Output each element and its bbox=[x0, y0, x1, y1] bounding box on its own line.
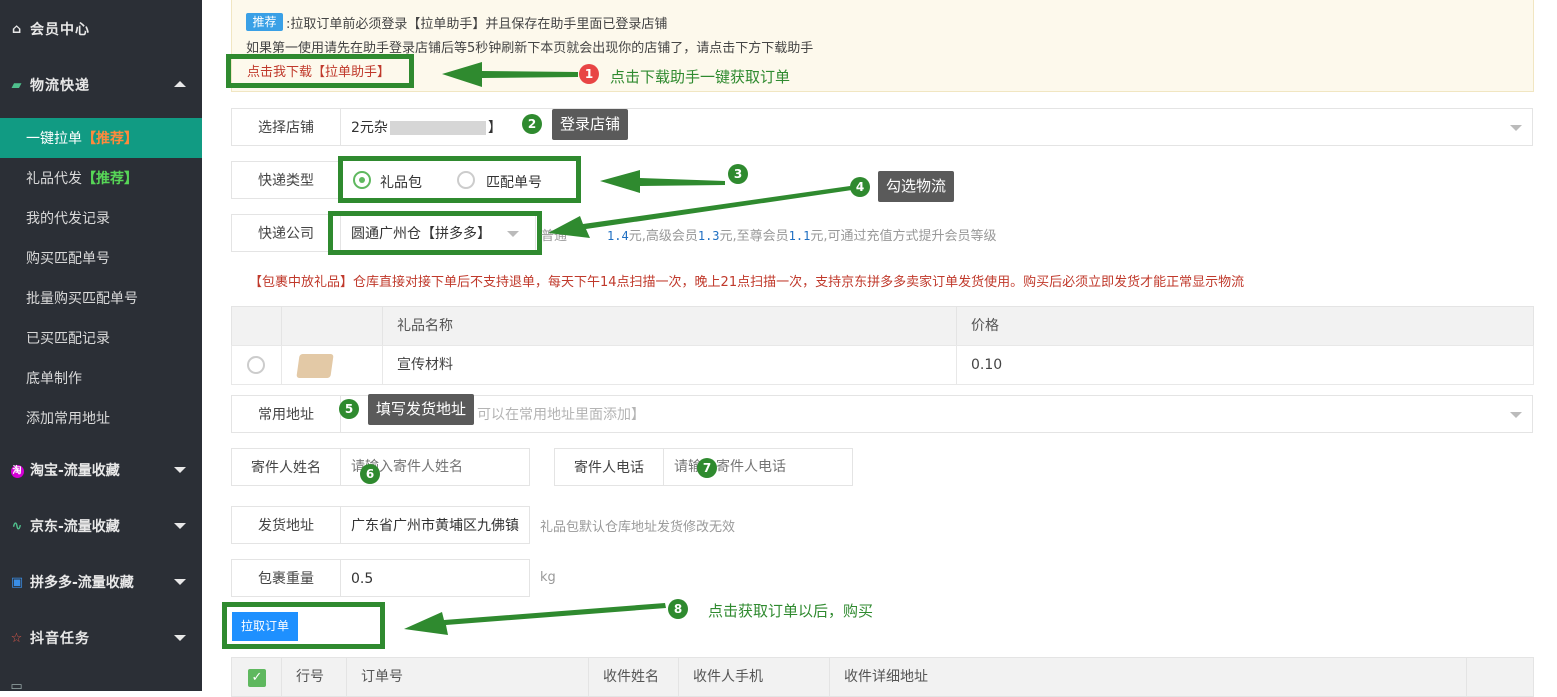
gift-row-name: 宣传材料 bbox=[382, 345, 957, 385]
highlight-box-download bbox=[226, 54, 414, 88]
chevron-down-icon bbox=[174, 523, 186, 529]
ship-address-hint: 礼品包默认仓库地址发货修改无效 bbox=[540, 520, 736, 535]
member-price-info: 普通 1.4元,高级会员1.3元,至尊会员1.1元,可通过充值方式提升会员等级 bbox=[541, 229, 997, 244]
arrow-8 bbox=[404, 603, 666, 635]
sidebar-item-jd[interactable]: ∿ 京东-流量收藏 bbox=[0, 506, 202, 546]
step-marker-5: 5 bbox=[339, 399, 359, 419]
address-select[interactable]: 可以在常用地址里面添加】 bbox=[340, 395, 1533, 433]
folder-icon: ▭ bbox=[10, 678, 24, 694]
gift-table-header-select bbox=[231, 306, 282, 346]
order-table-header-row: 行号 bbox=[281, 657, 347, 697]
gift-image bbox=[296, 354, 334, 378]
sidebar-item-receipt-make[interactable]: 底单制作 bbox=[0, 358, 202, 398]
sidebar-item-taobao[interactable]: 淘淘宝-流量收藏 bbox=[0, 450, 202, 490]
sidebar-item-one-click-fetch[interactable]: 一键拉单 【推荐】 bbox=[0, 118, 202, 158]
chevron-down-icon bbox=[174, 579, 186, 585]
step-8-text: 点击获取订单以后，购买 bbox=[708, 602, 874, 620]
weight-input[interactable]: 0.5 bbox=[340, 559, 530, 597]
taobao-icon: 淘 bbox=[10, 465, 24, 478]
ship-address-label: 发货地址 bbox=[231, 506, 341, 544]
step-marker-8: 8 bbox=[668, 599, 688, 619]
star-icon: ☆ bbox=[10, 630, 24, 646]
notice-line-1: :拉取订单前必须登录【拉单助手】并且保存在助手里面已登录店铺 bbox=[286, 17, 668, 32]
order-table-header-order-no: 订单号 bbox=[346, 657, 589, 697]
weight-label: 包裹重量 bbox=[231, 559, 341, 597]
sidebar-item-shipping-records[interactable]: 我的代发记录 bbox=[0, 198, 202, 238]
sidebar-item-buy-match-number[interactable]: 购买匹配单号 bbox=[0, 238, 202, 278]
order-table-header-address: 收件详细地址 bbox=[829, 657, 1467, 697]
order-table-header-phone: 收件人手机 bbox=[678, 657, 830, 697]
highlight-box-company bbox=[328, 211, 542, 255]
truck-icon: ▰ bbox=[11, 77, 23, 93]
chevron-down-icon bbox=[1510, 412, 1522, 418]
sidebar-item-add-address[interactable]: 添加常用地址 bbox=[0, 398, 202, 438]
gift-row-image-cell bbox=[281, 345, 383, 385]
sender-phone-input[interactable] bbox=[663, 448, 853, 486]
step-5-callout: 填写发货地址 bbox=[368, 394, 475, 425]
highlight-box-type bbox=[338, 156, 581, 203]
address-label: 常用地址 bbox=[231, 395, 341, 433]
chevron-up-icon bbox=[174, 81, 186, 87]
step-marker-3: 3 bbox=[728, 164, 748, 184]
step-1-text: 点击下载助手一键获取订单 bbox=[610, 68, 791, 86]
gift-warning-text: 【包裹中放礼品】仓库直接对接下单后不支持退单，每天下午14点扫描一次，晚上21点… bbox=[249, 275, 1245, 290]
gift-row-radio[interactable] bbox=[247, 356, 265, 374]
weight-unit: kg bbox=[540, 570, 556, 585]
sidebar-item-gift-shipping[interactable]: 礼品代发 【推荐】 bbox=[0, 158, 202, 198]
sidebar: ⌂ 会员中心 ▰ 物流快递 一键拉单 【推荐】 礼品代发 【推荐】 我的代发记录 购买匹… bbox=[0, 0, 202, 694]
highlight-box-fetch bbox=[222, 602, 385, 649]
chevron-down-icon bbox=[1510, 125, 1522, 131]
gift-table-header-name: 礼品名称 bbox=[382, 306, 957, 346]
gift-table-header-price: 价格 bbox=[956, 306, 1534, 346]
sidebar-item-member-center[interactable]: ⌂ 会员中心 bbox=[0, 10, 202, 48]
gift-table-header-image bbox=[281, 306, 383, 346]
step-marker-6: 6 bbox=[360, 464, 380, 484]
step-marker-7: 7 bbox=[697, 458, 717, 478]
ship-address-input[interactable]: 广东省广州市黄埔区九佛镇 bbox=[340, 506, 530, 544]
sidebar-item-logistics[interactable]: ▰ 物流快递 bbox=[0, 66, 202, 104]
pdd-icon: ▣ bbox=[10, 574, 24, 590]
gift-row-select-cell bbox=[231, 345, 282, 385]
arrow-3 bbox=[600, 170, 725, 193]
sidebar-item-pdd[interactable]: ▣ 拼多多-流量收藏 bbox=[0, 562, 202, 602]
chevron-down-icon bbox=[174, 467, 186, 473]
sidebar-item-bulk-buy-match[interactable]: 批量购买匹配单号 bbox=[0, 278, 202, 318]
order-table-header-extra bbox=[1466, 657, 1534, 697]
company-label: 快递公司 bbox=[231, 214, 341, 252]
step-4-callout: 勾选物流 bbox=[878, 171, 955, 202]
sidebar-item-douyin[interactable]: ☆ 抖音任务 bbox=[0, 618, 202, 658]
step-marker-4: 4 bbox=[850, 177, 870, 197]
select-all-checkbox[interactable]: ✓ bbox=[248, 669, 266, 687]
sender-phone-label: 寄件人电话 bbox=[554, 448, 664, 486]
type-label: 快递类型 bbox=[231, 161, 341, 199]
home-icon: ⌂ bbox=[11, 21, 23, 37]
chevron-down-icon bbox=[174, 635, 186, 641]
order-table-header-check: ✓ bbox=[231, 657, 282, 697]
redacted-shop-name bbox=[389, 121, 486, 135]
recommend-badge: 推荐 bbox=[246, 13, 283, 31]
pulse-icon: ∿ bbox=[11, 518, 23, 534]
gift-row-price: 0.10 bbox=[956, 345, 1534, 385]
sidebar-item-match-records[interactable]: 已买匹配记录 bbox=[0, 318, 202, 358]
shop-label: 选择店铺 bbox=[231, 108, 341, 146]
step-marker-1: 1 bbox=[579, 64, 599, 84]
order-table-header-name: 收件姓名 bbox=[588, 657, 679, 697]
sidebar-item-more[interactable]: ▭ bbox=[0, 676, 202, 696]
shop-select[interactable]: 2元杂】 bbox=[340, 108, 1533, 146]
sender-name-label: 寄件人姓名 bbox=[231, 448, 341, 486]
step-2-callout: 登录店铺 bbox=[552, 109, 629, 140]
step-marker-2: 2 bbox=[522, 114, 542, 134]
